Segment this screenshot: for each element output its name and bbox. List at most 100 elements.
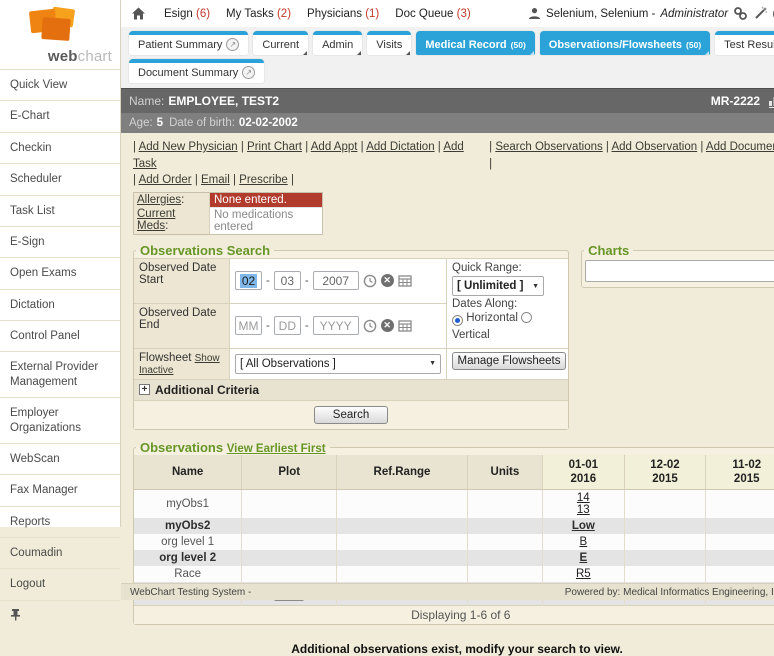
nav-physicians[interactable]: Physicians (1) (307, 8, 379, 20)
obs-value-cell (706, 518, 774, 534)
sidebar-item-task-list[interactable]: Task List (0, 195, 120, 226)
quick-range-panel: Quick Range: [ Unlimited ]▼ Dates Along:… (446, 258, 568, 348)
nav-my-tasks[interactable]: My Tasks (2) (226, 8, 291, 20)
obs-units-cell (467, 490, 542, 519)
obs-name: myObs1 (134, 490, 242, 519)
manage-flowsheets-button[interactable]: Manage Flowsheets (452, 352, 566, 370)
tab-test-results[interactable]: Test Results (715, 31, 774, 55)
vertical-radio[interactable] (521, 312, 532, 323)
sidebar-item-control-panel[interactable]: Control Panel (0, 320, 120, 351)
nav-doc-queue[interactable]: Doc Queue (3) (395, 8, 470, 20)
link-add-observation[interactable]: Add Observation (611, 141, 697, 153)
end-day-input[interactable]: DD (274, 316, 301, 335)
sidebar-item-coumadin[interactable]: Coumadin (0, 537, 120, 568)
sidebar-item-employer-organizations[interactable]: Employer Organizations (0, 397, 120, 443)
sidebar-item-scheduler[interactable]: Scheduler (0, 163, 120, 194)
clear-date-icon[interactable]: ✕ (381, 319, 394, 332)
sidebar-item-dictation[interactable]: Dictation (0, 289, 120, 320)
tab-patient-summary[interactable]: Patient Summary↗ (129, 31, 248, 55)
horizontal-radio[interactable] (452, 315, 463, 326)
link-chain-icon[interactable] (733, 6, 748, 21)
tab-medical-record[interactable]: Medical Record(50) (416, 31, 534, 55)
obs-plot-cell (242, 566, 337, 582)
footer-left-text: WebChart Testing System - (130, 587, 251, 598)
table-row-org-level-1: org level 1 B (134, 534, 774, 550)
current-meds-link[interactable]: Current Meds (137, 208, 175, 232)
patient-name-label: Name: (129, 94, 164, 108)
search-form-grid: Observed Date Start 02 - 03 - 2007 ✕ (134, 258, 568, 429)
charts-dropdown[interactable]: ▼ (585, 260, 774, 282)
sidebar-item-fax-manager[interactable]: Fax Manager (0, 474, 120, 505)
sidebar-item-quick-view[interactable]: Quick View (0, 69, 120, 100)
obs-value-cell: B (542, 534, 624, 550)
time-clock-icon[interactable] (363, 274, 377, 288)
flowsheet-dropdown[interactable]: [ All Observations ]▼ (235, 354, 441, 374)
link-add-dictation[interactable]: Add Dictation (366, 141, 434, 153)
patient-mrn-box: MR-2222 (711, 94, 774, 108)
tab-current[interactable]: Current (253, 31, 308, 55)
tab-admin[interactable]: Admin (313, 31, 362, 55)
allergies-link[interactable]: Allergies (137, 194, 181, 206)
link-print-chart[interactable]: Print Chart (247, 141, 302, 153)
start-day-input[interactable]: 03 (274, 271, 301, 290)
end-year-input[interactable]: YYYY (313, 316, 359, 335)
link-search-observations[interactable]: Search Observations (495, 141, 602, 153)
expand-plus-icon[interactable]: + (139, 384, 150, 395)
tab-observations-flowsheets[interactable]: Observations/Flowsheets(50) (540, 31, 710, 55)
obs-value-link[interactable]: 14 (577, 492, 590, 504)
sidebar-item-open-exams[interactable]: Open Exams (0, 257, 120, 288)
obs-value-link[interactable]: R5 (576, 568, 591, 580)
table-row-myobs1: myObs1 1413 (134, 490, 774, 519)
sidebar-item-checkin[interactable]: Checkin (0, 132, 120, 163)
link-add-document[interactable]: Add Document (706, 141, 774, 153)
time-clock-icon[interactable] (363, 319, 377, 333)
quick-range-dropdown[interactable]: [ Unlimited ]▼ (452, 276, 544, 296)
webchart-logo[interactable]: webchart (0, 0, 120, 69)
obs-value-link[interactable]: E (579, 552, 587, 564)
nav-esign[interactable]: Esign (6) (164, 8, 210, 20)
sidebar-item-webscan[interactable]: WebScan (0, 443, 120, 474)
obs-value-cell: R5 (542, 566, 624, 582)
pushpin-icon[interactable] (10, 608, 21, 621)
calendar-icon[interactable] (398, 319, 412, 332)
start-year-input[interactable]: 2007 (313, 271, 359, 290)
flowsheet-label: Flowsheet (139, 352, 191, 364)
link-add-order[interactable]: Add Order (139, 174, 192, 186)
tab-document-summary[interactable]: Document Summary↗ (129, 59, 264, 83)
link-add-new-physician[interactable]: Add New Physician (139, 141, 238, 153)
tab-visits[interactable]: Visits (367, 31, 411, 55)
sidebar-item-e-chart[interactable]: E-Chart (0, 100, 120, 131)
end-month-input[interactable]: MM (235, 316, 262, 335)
clear-date-icon[interactable]: ✕ (381, 274, 394, 287)
sidebar-item-logout[interactable]: Logout (0, 568, 120, 599)
obs-value-link[interactable]: Low (572, 520, 595, 532)
allergies-row: Allergies: None entered. (134, 193, 322, 207)
link-email[interactable]: Email (201, 174, 230, 186)
footer-right-text: Powered by: Medical Informatics Engineer… (565, 587, 774, 598)
action-links-right: | Search Observations | Add Observation … (489, 139, 774, 189)
popout-icon[interactable]: ↗ (226, 38, 239, 51)
chart-stats-icon[interactable] (768, 95, 774, 108)
search-button[interactable]: Search (314, 406, 388, 424)
home-icon[interactable] (131, 6, 146, 21)
obs-value-link[interactable]: 13 (577, 504, 590, 516)
sidebar-item-e-sign[interactable]: E-Sign (0, 226, 120, 257)
main-area: Esign (6) My Tasks (2) Physicians (1) Do… (121, 0, 774, 600)
obs-name: org level 1 (134, 534, 242, 550)
obs-value-link[interactable]: B (579, 536, 587, 548)
magic-wand-icon[interactable] (753, 6, 768, 21)
col-date-2016-01-01: 01-01 2016 (542, 455, 624, 490)
current-meds-row: Current Meds: No medications entered (134, 207, 322, 234)
sidebar-item-external-provider-management[interactable]: External Provider Management (0, 351, 120, 397)
sidebar-item-reports[interactable]: Reports (0, 506, 120, 537)
calendar-icon[interactable] (398, 274, 412, 287)
link-prescribe[interactable]: Prescribe (239, 174, 288, 186)
sidebar: webchart Quick View E-Chart Checkin Sche… (0, 0, 121, 527)
additional-criteria-toggle[interactable]: + Additional Criteria (134, 379, 568, 400)
link-add-appt[interactable]: Add Appt (311, 141, 358, 153)
view-earliest-first-link[interactable]: View Earliest First (227, 443, 326, 455)
chevron-down-icon: ▼ (526, 283, 539, 290)
popout-icon[interactable]: ↗ (242, 66, 255, 79)
start-month-input[interactable]: 02 (235, 271, 262, 290)
top-bar: Esign (6) My Tasks (2) Physicians (1) Do… (121, 0, 774, 27)
